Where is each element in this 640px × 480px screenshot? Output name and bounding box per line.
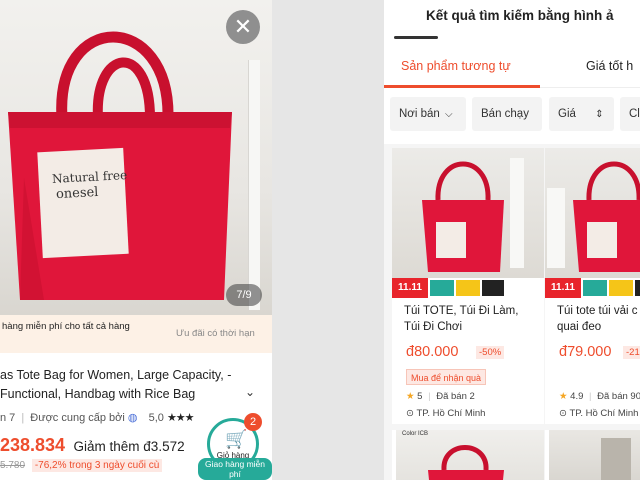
filter-price[interactable]: Giá ⇕ — [549, 97, 614, 131]
promo-link[interactable]: Ưu đãi có thời hạn — [176, 328, 255, 339]
free-ship-badge: Giao hàng miễn phí — [198, 458, 272, 480]
tote-bag-photo — [8, 31, 232, 300]
rating-value: 4.9 — [570, 391, 584, 402]
promo-badges: 11.11 — [545, 278, 640, 298]
cart-count-badge: 2 — [244, 413, 262, 431]
promo-badges: 11.11 — [392, 278, 544, 298]
rating-value: 5 — [417, 391, 423, 402]
promo-banner[interactable]: hàng miễn phí cho tất cả hàng Ưu đãi có … — [0, 315, 272, 353]
star-icon: ★★★ — [166, 412, 195, 424]
product-title: as Tote Bag for Women, Large Capacity, -… — [0, 368, 232, 401]
location-pin-icon: ⊙ — [559, 408, 567, 419]
mall-icon — [482, 280, 504, 296]
mall-icon — [635, 280, 640, 296]
sponsor-text: Được cung cấp bởi — [30, 412, 125, 424]
sold-count: Đã bán 2 — [436, 391, 475, 402]
filter-location-label: Nơi bán — [399, 108, 440, 120]
extra-discount: Giảm thêm đ3.572 — [73, 439, 185, 454]
product-detail-panel: Natural free onesel ✕ 7/9 hàng miễn phí … — [0, 0, 272, 480]
current-price: 238.834 — [0, 435, 66, 455]
filter-more[interactable]: Cl — [620, 97, 640, 131]
old-price: 5.780 — [0, 460, 26, 471]
filter-more-label: Cl — [629, 108, 640, 120]
product-thumbnail — [549, 430, 640, 480]
search-results-panel: Kết quả tìm kiếm bằng hình ả Sản phẩm tư… — [384, 0, 640, 480]
tab-best-price[interactable]: Giá tốt h — [586, 59, 633, 73]
filter-bestseller-label: Bán chạy — [481, 108, 529, 120]
product-image[interactable]: Natural free onesel ✕ 7/9 — [0, 0, 272, 315]
card-location: ⊙ TP. Hồ Chí Minh — [559, 408, 638, 419]
product-card[interactable] — [545, 430, 640, 480]
chevron-down-icon[interactable]: ⌄ — [245, 385, 255, 399]
location-pin-icon: ⊙ — [406, 408, 414, 419]
close-icon[interactable]: ✕ — [226, 10, 260, 44]
card-location: ⊙ TP. Hồ Chí Minh — [406, 408, 485, 419]
cart-icon: 🛒 — [225, 429, 248, 449]
filter-location[interactable]: Nơi bán ⌵ — [390, 97, 466, 131]
card-title: Túi tote túi vải c LOẠI 1 quai đeo — [557, 305, 640, 333]
brand-icon: ◍ — [127, 412, 138, 424]
results-header: Kết quả tìm kiếm bằng hình ả — [384, 0, 640, 44]
product-card[interactable]: 11.11 Túi tote túi vải c LOẠI 1 quai đeo… — [545, 148, 640, 424]
filter-bar: Nơi bán ⌵ Bán chạy Giá ⇕ Cl — [384, 88, 640, 144]
voucher-icon — [456, 280, 480, 296]
card-rating: ★ 5 | Đã bán 2 — [406, 391, 475, 402]
free-ship-icon — [430, 280, 454, 296]
filter-bestseller[interactable]: Bán chạy — [472, 97, 542, 131]
card-title: Túi TOTE, Túi Đi Làm, Túi Đi Chơi — [404, 305, 519, 333]
card-price: đ79.000 — [559, 344, 612, 360]
card-rating: ★ 4.9 | Đã bán 90 — [559, 391, 640, 402]
bag-print-text-2: onesel — [55, 184, 99, 203]
sold-count: Đã bán 90 — [597, 391, 640, 402]
filter-price-label: Giá — [558, 108, 576, 120]
promo-text: hàng miễn phí cho tất cả hàng — [2, 321, 130, 332]
discount-info: -76,2% trong 3 ngày cuối cù — [31, 459, 163, 472]
sort-icon: ⇕ — [595, 109, 604, 120]
scroll-indicator — [394, 36, 438, 39]
product-thumbnail — [396, 430, 544, 480]
card-discount: -50% — [476, 346, 505, 359]
results-tabs: Sản phẩm tương tự Giá tốt h — [384, 44, 640, 88]
results-title: Kết quả tìm kiếm bằng hình ả — [426, 8, 614, 23]
product-thumbnail — [392, 148, 544, 278]
card-discount: -21% — [623, 346, 640, 359]
backdrop — [272, 0, 384, 480]
voucher-icon — [609, 280, 633, 296]
tab-similar-products[interactable]: Sản phẩm tương tự — [401, 59, 511, 73]
thumbnail-label: Color ICB — [402, 431, 429, 437]
location-text: TP. Hồ Chí Minh — [569, 408, 639, 419]
card-price: đ80.000 — [406, 344, 459, 360]
sale-badge: 11.11 — [392, 278, 428, 298]
star-icon: ★ — [406, 391, 415, 402]
product-card[interactable]: Color ICB — [392, 430, 544, 480]
chevron-down-icon: ⌵ — [445, 109, 453, 120]
star-icon: ★ — [559, 391, 568, 402]
rating-value: 5,0 — [148, 412, 164, 424]
image-counter: 7/9 — [226, 284, 262, 306]
product-thumbnail — [545, 148, 640, 278]
location-text: TP. Hồ Chí Minh — [416, 408, 486, 419]
free-ship-icon — [583, 280, 607, 296]
product-card[interactable]: 11.11 Túi TOTE, Túi Đi Làm, Túi Đi Chơi … — [392, 148, 544, 424]
rating-prefix: n 7 — [0, 412, 16, 424]
gift-pill: Mua để nhận quà — [406, 369, 487, 385]
sale-badge: 11.11 — [545, 278, 581, 298]
